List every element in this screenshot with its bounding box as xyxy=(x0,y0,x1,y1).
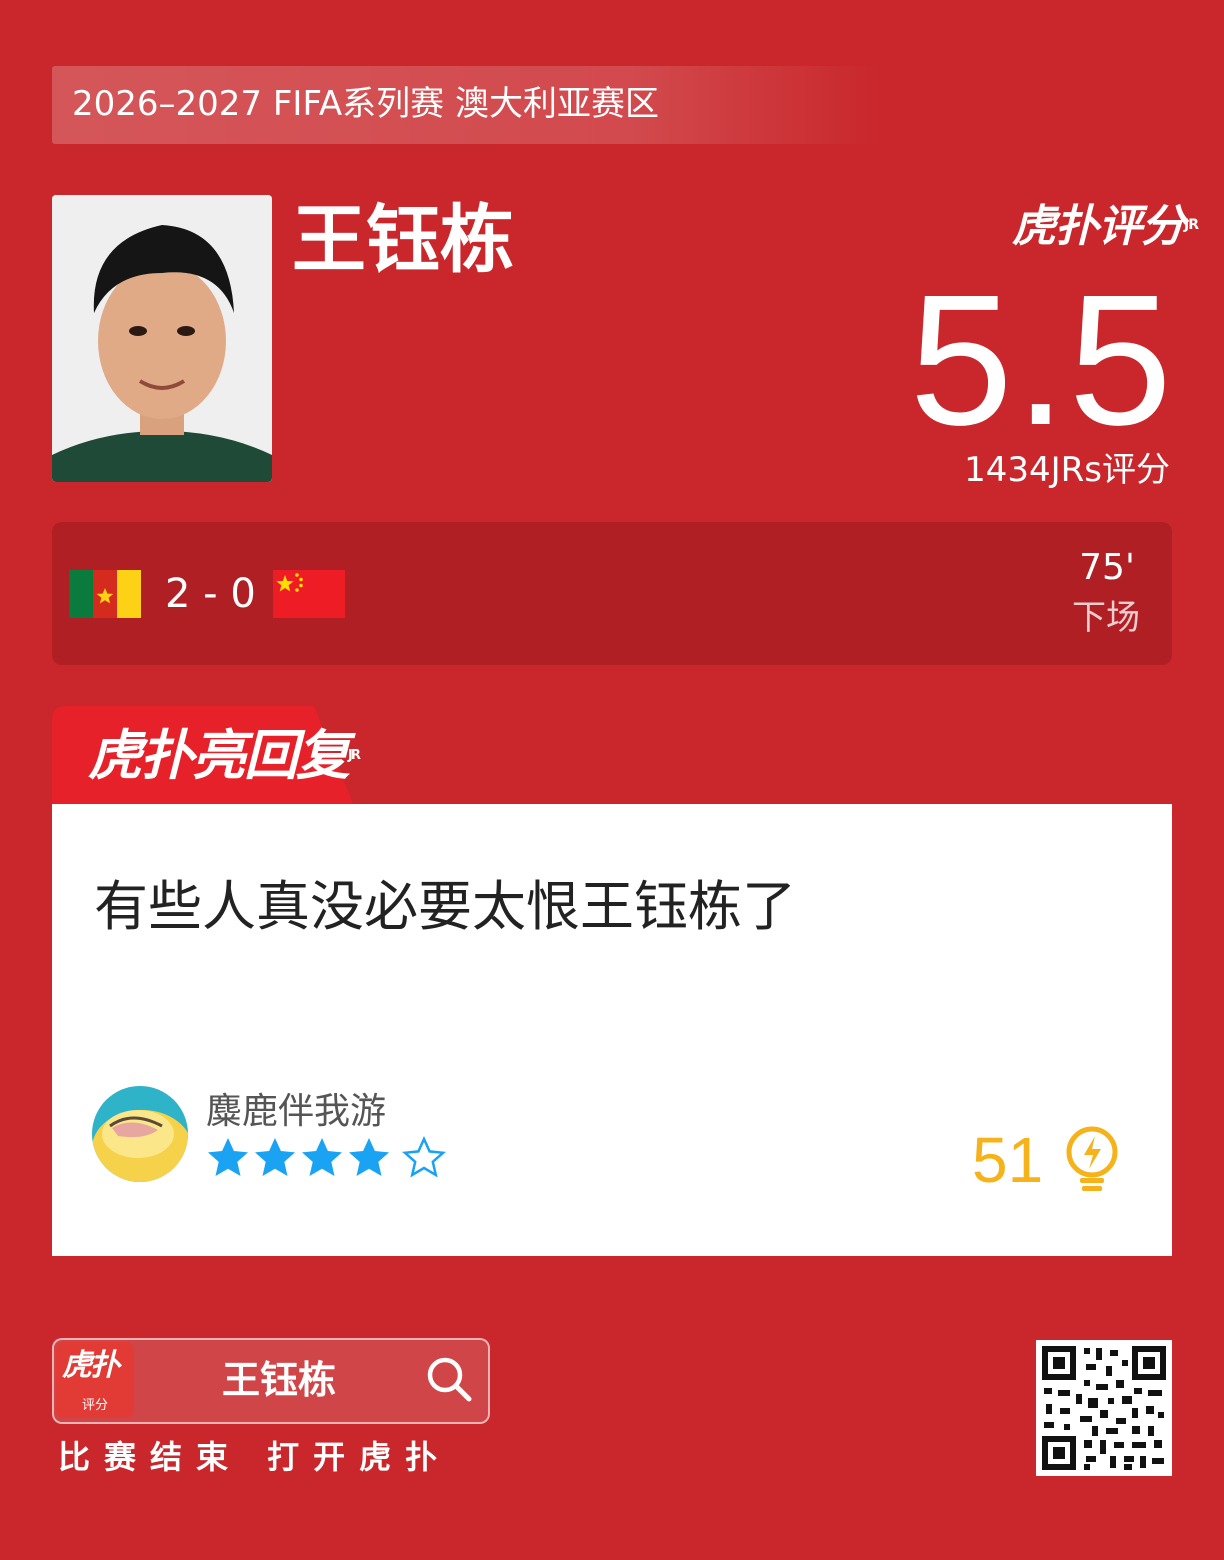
app-icon-title: 虎扑 xyxy=(62,1348,120,1383)
qr-code xyxy=(1036,1340,1172,1476)
match-score: 2 - 0 xyxy=(165,571,256,617)
search-query[interactable]: 王钰栋 xyxy=(222,1356,336,1404)
player-photo xyxy=(52,195,272,482)
sub-off-status: 下场 xyxy=(1072,598,1140,638)
rating-score: 5.5 xyxy=(909,257,1174,464)
avatar[interactable] xyxy=(92,1086,188,1182)
reply-text: 有些人真没必要太恨王钰栋了 xyxy=(94,875,796,938)
rating-count: 1434JRs评分 xyxy=(964,450,1170,490)
player-name: 王钰栋 xyxy=(292,197,514,283)
footer-tagline: 比赛结束 打开虎扑 xyxy=(58,1438,452,1476)
username[interactable]: 麋鹿伴我游 xyxy=(206,1090,386,1134)
competition-title: 2026–2027 FIFA系列赛 澳大利亚赛区 xyxy=(72,84,659,124)
star-icon xyxy=(208,1138,389,1176)
jr-tag: JR xyxy=(348,748,361,763)
highlight-reply-label: 虎扑亮回复JR xyxy=(88,724,361,787)
app-icon-subtitle: 评分 xyxy=(81,1398,108,1413)
jr-tag: JR xyxy=(1184,217,1199,233)
light-count: 51 xyxy=(972,1124,1044,1196)
sub-off-minute: 75' xyxy=(1079,547,1135,588)
hupu-rating-logo: 虎扑评分JR xyxy=(1012,201,1199,252)
search-icon[interactable] xyxy=(424,1354,474,1404)
china-flag xyxy=(273,570,345,618)
user-rating-stars xyxy=(206,1135,446,1180)
cameroon-flag xyxy=(69,570,141,618)
bulb-icon[interactable] xyxy=(1064,1124,1120,1194)
